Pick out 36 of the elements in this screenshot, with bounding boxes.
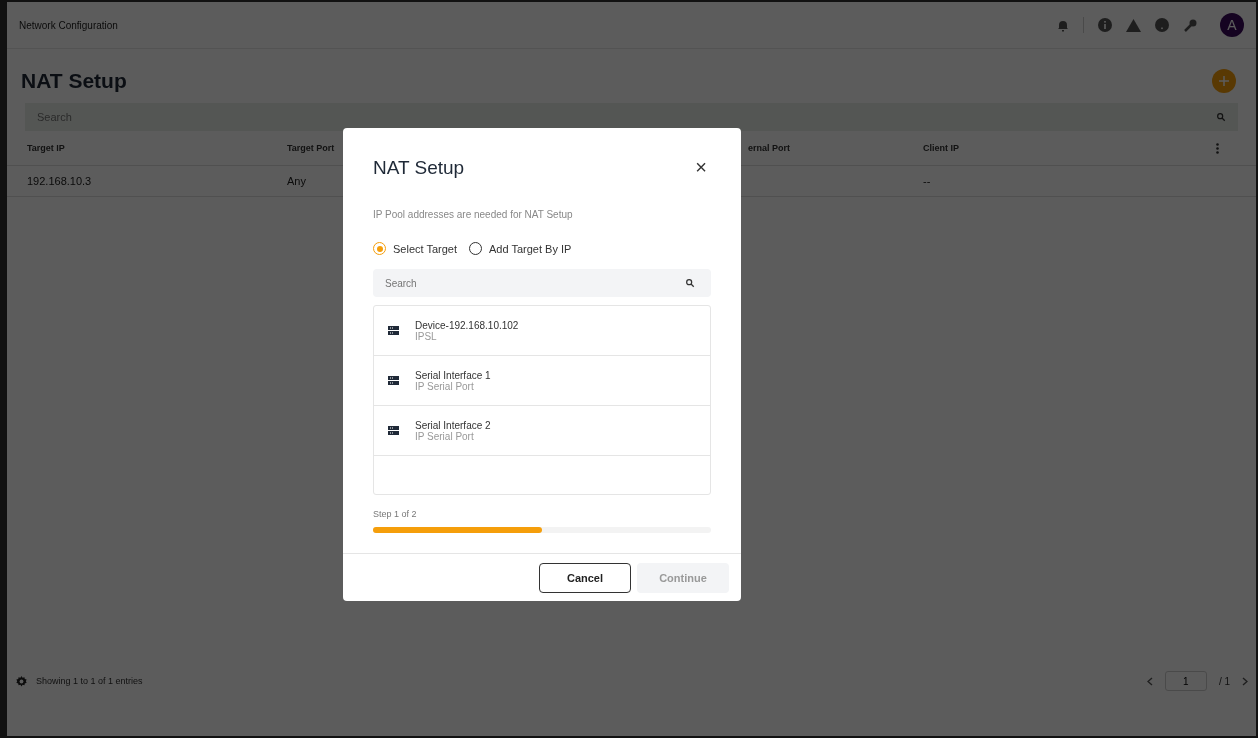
column-header: Client IP (923, 143, 960, 153)
warning-icon[interactable] (1126, 18, 1141, 32)
dialog-title: NAT Setup (373, 156, 465, 179)
table-cell-text: -- (923, 175, 932, 187)
entries-summary: Showing 1 to 1 of 1 entries (36, 676, 144, 686)
table-cell-text: 192.168.10.3 (27, 175, 93, 187)
add-button[interactable] (1212, 69, 1236, 93)
column-header: Target Port (287, 143, 336, 153)
server-icon (388, 326, 399, 335)
info-icon[interactable] (1098, 18, 1112, 32)
radio-option[interactable]: Add Target By IP (469, 242, 572, 255)
target-item[interactable]: Serial Interface 2 IP Serial Port (374, 406, 710, 456)
search-icon (1216, 112, 1226, 122)
plus-icon (1219, 76, 1229, 86)
radio-option[interactable]: Select Target (373, 242, 457, 255)
page-total: / 1 (1218, 675, 1230, 687)
target-item[interactable]: Serial Interface 1 IP Serial Port (374, 356, 710, 406)
server-icon (388, 426, 399, 435)
breadcrumb: Network Configuration (19, 19, 119, 31)
target-item[interactable]: Device-192.168.10.102 IPSL (374, 306, 710, 356)
dialog-note: IP Pool addresses are needed for NAT Setup (373, 209, 574, 220)
target-search-field[interactable]: Search (373, 269, 711, 297)
column-header: ernal Port (748, 143, 791, 153)
cancel-button[interactable]: Cancel (539, 563, 631, 593)
server-icon (388, 376, 399, 385)
search-icon (685, 278, 695, 288)
table-cell-text: Any (287, 175, 307, 187)
bell-icon[interactable] (1057, 18, 1069, 32)
page-title: NAT Setup (21, 69, 127, 93)
next-page-icon[interactable] (1242, 676, 1248, 686)
previous-page-icon[interactable] (1146, 676, 1153, 686)
step-label: Step 1 of 2 (373, 509, 418, 519)
column-header: Target IP (27, 143, 66, 153)
close-button[interactable]: × (691, 156, 711, 179)
gear-icon[interactable] (15, 674, 28, 688)
more-icon[interactable] (1216, 142, 1219, 154)
